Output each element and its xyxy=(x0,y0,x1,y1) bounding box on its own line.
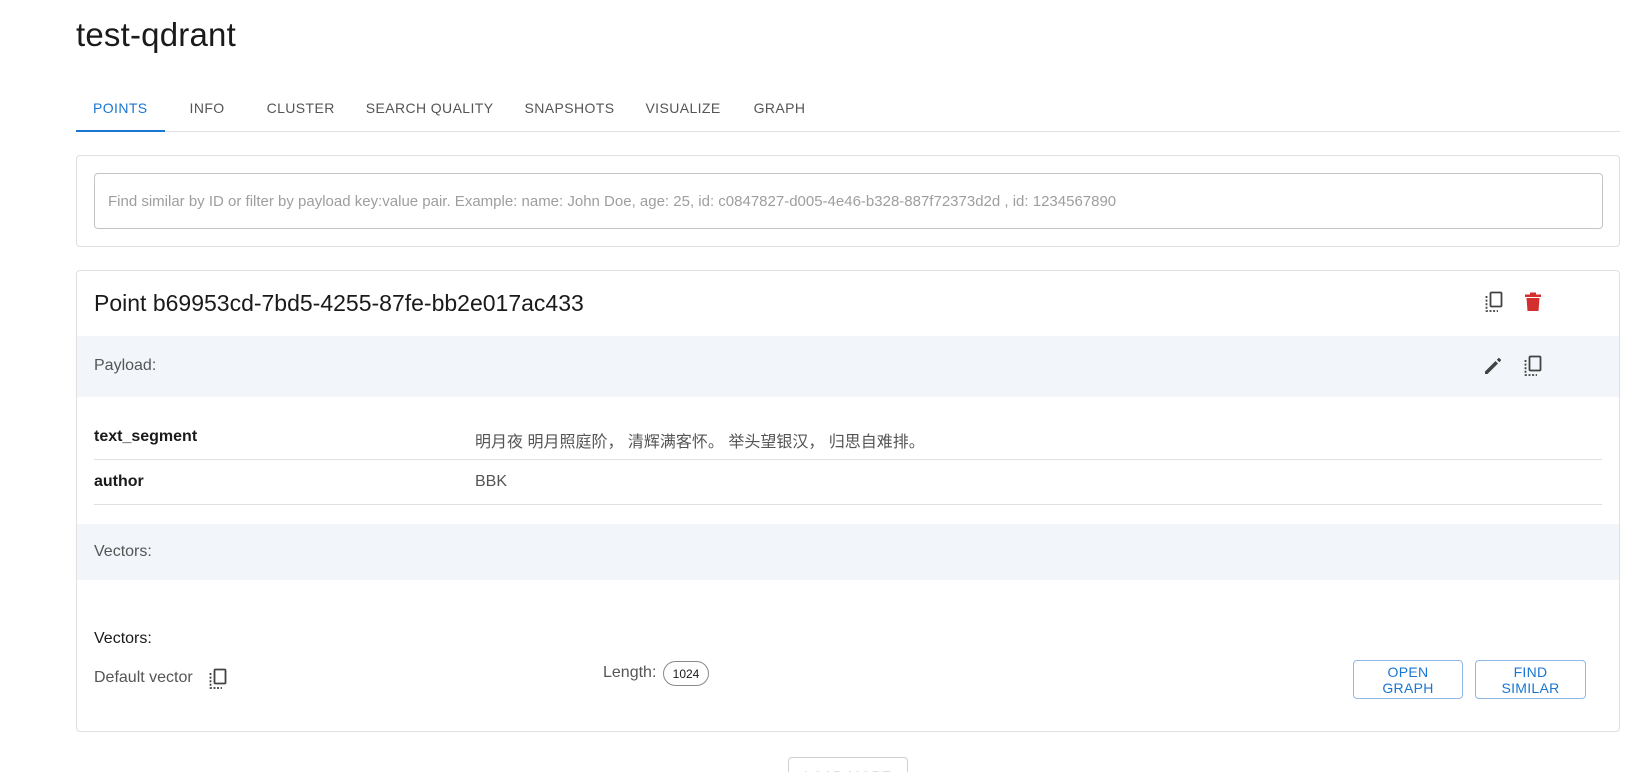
delete-point-button[interactable] xyxy=(1518,287,1548,317)
vectors-band-label: Vectors: xyxy=(94,543,152,560)
copy-icon xyxy=(1523,355,1543,377)
tab-snapshots[interactable]: SNAPSHOTS xyxy=(508,84,629,131)
tab-cluster[interactable]: CLUSTER xyxy=(250,84,350,131)
vector-length-label: Length: xyxy=(603,664,657,681)
vectors-heading: Vectors: xyxy=(94,630,152,647)
open-graph-button[interactable]: OPEN GRAPH xyxy=(1353,660,1463,699)
point-card: Point b69953cd-7bd5-4255-87fe-bb2e017ac4… xyxy=(76,270,1620,732)
search-input[interactable] xyxy=(94,173,1603,229)
payload-label: Payload: xyxy=(94,357,157,374)
tab-points[interactable]: POINTS xyxy=(76,84,165,132)
payload-value: BBK xyxy=(475,473,508,490)
payload-key: text_segment xyxy=(94,428,198,445)
collection-tabs: POINTS INFO CLUSTER SEARCH QUALITY SNAPS… xyxy=(76,84,1620,132)
copy-icon xyxy=(1484,291,1504,313)
payload-header: Payload: xyxy=(77,336,1619,397)
find-similar-button[interactable]: FIND SIMILAR xyxy=(1475,660,1586,699)
vector-length-chip: 1024 xyxy=(663,661,709,686)
edit-payload-button[interactable] xyxy=(1478,351,1508,381)
tab-visualize[interactable]: VISUALIZE xyxy=(629,84,737,131)
load-more-button[interactable]: LOAD MORE xyxy=(788,757,908,772)
search-card xyxy=(76,155,1620,247)
copy-vector-button[interactable] xyxy=(203,664,233,694)
tab-info[interactable]: INFO xyxy=(165,84,250,131)
tab-graph[interactable]: GRAPH xyxy=(738,84,822,131)
copy-icon xyxy=(208,668,228,690)
payload-key: author xyxy=(94,473,144,490)
payload-value: 明月夜 明月照庭阶， 清辉满客怀。 举头望银汉， 归思自难排。 xyxy=(475,434,925,451)
payload-row: author BBK xyxy=(94,460,1602,505)
point-title: Point b69953cd-7bd5-4255-87fe-bb2e017ac4… xyxy=(94,290,584,316)
vector-name: Default vector xyxy=(94,669,193,686)
vectors-header: Vectors: xyxy=(77,524,1619,580)
copy-point-button[interactable] xyxy=(1479,287,1509,317)
edit-icon xyxy=(1483,356,1503,376)
copy-payload-button[interactable] xyxy=(1518,351,1548,381)
page-title: test-qdrant xyxy=(76,16,236,53)
tab-search-quality[interactable]: SEARCH QUALITY xyxy=(350,84,509,131)
delete-icon xyxy=(1524,292,1542,312)
payload-row: text_segment 明月夜 明月照庭阶， 清辉满客怀。 举头望银汉， 归思… xyxy=(94,415,1602,460)
